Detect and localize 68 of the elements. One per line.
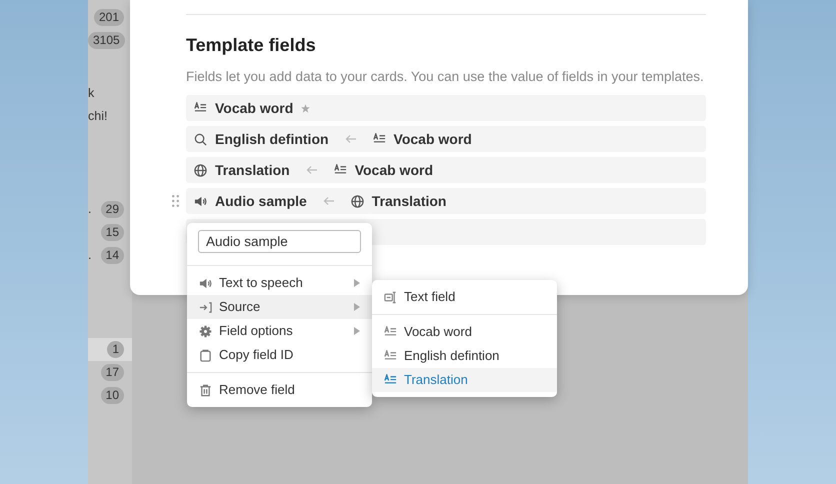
arrow-left-icon — [322, 196, 335, 206]
sidebar-item[interactable]: . 29 — [88, 198, 132, 221]
item-label: . — [88, 247, 92, 264]
clipboard-icon — [199, 348, 212, 362]
menu-item[interactable]: Field options — [187, 319, 372, 343]
menu-item[interactable]: Text field — [372, 285, 557, 309]
arrow-into-bracket-icon — [199, 300, 212, 314]
count-badge: 1 — [107, 341, 124, 358]
menu-item[interactable]: Source — [187, 295, 372, 319]
menu-item[interactable]: Remove field — [187, 378, 372, 402]
menu-item[interactable]: Vocab word — [372, 320, 557, 344]
panel-description: Fields let you add data to your cards. You can use the value of fields in your templates. — [186, 68, 705, 86]
field-name: Vocab word — [215, 98, 294, 118]
count-badge: 10 — [100, 387, 124, 404]
item-label: chi! — [88, 108, 108, 126]
count-badge: 17 — [100, 364, 124, 381]
menu-item[interactable]: Text to speech — [187, 271, 372, 295]
count-badge: 201 — [94, 9, 124, 26]
sidebar-item[interactable]: 1 — [88, 338, 132, 361]
submenu-caret-icon — [354, 327, 360, 335]
count-badge: 14 — [100, 247, 124, 264]
count-badge: 29 — [100, 201, 124, 218]
source-name: Translation — [372, 192, 446, 210]
text-lines-icon — [384, 374, 397, 386]
item-label: . — [88, 201, 92, 218]
search-icon — [194, 132, 207, 146]
speaker-icon — [199, 276, 212, 290]
submenu-caret-icon — [354, 279, 360, 287]
globe-icon — [350, 194, 364, 208]
sidebar-item[interactable]: k — [88, 82, 132, 105]
field-name: Translation — [215, 160, 290, 180]
panel-title: Template fields — [186, 34, 317, 57]
submenu-caret-icon — [354, 303, 360, 311]
source-name: Vocab word — [394, 130, 472, 148]
item-label: k — [88, 85, 94, 102]
gear-icon — [199, 324, 212, 338]
sidebar-item[interactable]: chi! — [88, 105, 132, 128]
sidebar-item[interactable]: 15 — [88, 221, 132, 244]
field-row[interactable]: Audio sample Translation — [186, 188, 706, 214]
text-lines-icon — [372, 132, 386, 146]
name-input[interactable]: Audio sample — [198, 230, 361, 253]
count-badge: 15 — [100, 224, 124, 241]
drag-handle-icon[interactable] — [172, 195, 179, 207]
field-row[interactable]: English defintion Vocab word — [186, 126, 706, 152]
sidebar-item[interactable]: 10 — [88, 384, 132, 407]
text-lines-icon — [194, 102, 207, 114]
speaker-icon — [194, 194, 207, 208]
arrow-left-icon — [306, 165, 318, 175]
menu-item[interactable]: Translation — [372, 368, 557, 392]
sidebar-item[interactable]: 17 — [88, 361, 132, 384]
menu-item[interactable]: English defintion — [372, 344, 557, 368]
field-row[interactable]: Vocab word — [186, 95, 706, 121]
field-name: English defintion — [215, 130, 329, 149]
source-name: Vocab word — [354, 160, 433, 180]
arrow-left-icon — [344, 134, 357, 144]
text-lines-icon — [384, 326, 397, 338]
globe-icon — [194, 164, 207, 176]
text-lines-icon — [334, 164, 347, 176]
text-lines-icon — [384, 350, 397, 362]
menu-item[interactable]: Copy field ID — [187, 343, 372, 367]
sidebar-item[interactable]: 201 — [88, 6, 132, 29]
sidebar-item[interactable]: . 14 — [88, 244, 132, 267]
trash-icon — [199, 384, 212, 396]
field-name: Audio sample — [215, 192, 307, 211]
count-badge: 3105 — [88, 32, 125, 49]
field-row[interactable]: Translation Vocab word — [186, 157, 706, 183]
sidebar-item[interactable]: 3105 — [88, 29, 132, 52]
text-field-icon — [384, 290, 397, 304]
